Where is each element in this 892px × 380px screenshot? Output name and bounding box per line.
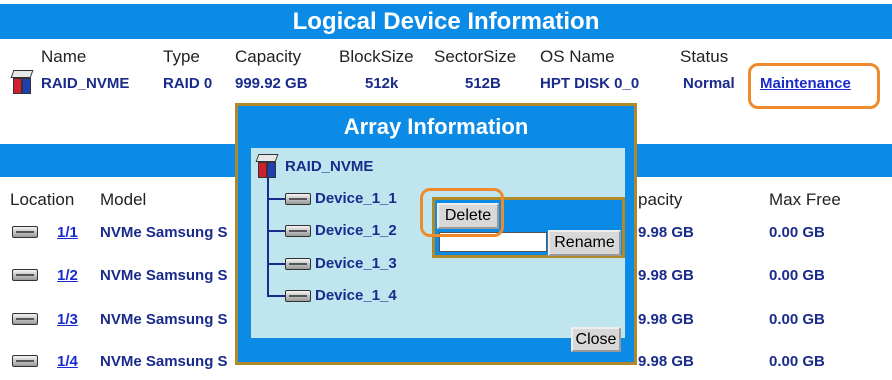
- tree-root-label[interactable]: RAID_NVME: [285, 158, 373, 175]
- rename-button[interactable]: Rename: [548, 230, 621, 256]
- tree-connector: [267, 230, 285, 232]
- col-disk-capacity: pacity: [638, 190, 683, 209]
- tree-connector: [267, 198, 285, 200]
- col-name: Name: [41, 47, 87, 66]
- array-osname: HPT DISK 0_0: [540, 75, 640, 92]
- array-capacity: 999.92 GB: [235, 75, 308, 92]
- tree-device-item[interactable]: Device_1_2: [315, 222, 397, 239]
- disk-drive-icon: [285, 193, 311, 205]
- disk-location-link[interactable]: 1/2: [57, 267, 78, 284]
- tree-connector: [267, 178, 269, 296]
- tree-device-item[interactable]: Device_1_4: [315, 287, 397, 304]
- disk-drive-icon: [12, 355, 38, 367]
- raid-cube-icon: [10, 70, 34, 94]
- disk-location-link[interactable]: 1/1: [57, 224, 78, 241]
- disk-maxfree: 0.00 GB: [769, 311, 825, 328]
- disk-drive-icon: [285, 225, 311, 237]
- array-sectorsize: 512B: [465, 75, 501, 92]
- disk-drive-icon: [12, 226, 38, 238]
- close-button[interactable]: Close: [571, 327, 621, 352]
- array-status: Normal: [683, 75, 735, 92]
- tree-device-item[interactable]: Device_1_1: [315, 190, 397, 207]
- disk-location-link[interactable]: 1/3: [57, 311, 78, 328]
- disk-capacity: 9.98 GB: [638, 353, 694, 370]
- tree-device-item[interactable]: Device_1_3: [315, 255, 397, 272]
- disk-drive-icon: [285, 290, 311, 302]
- col-status: Status: [680, 47, 729, 66]
- col-location: Location: [10, 190, 75, 209]
- disk-capacity: 9.98 GB: [638, 311, 694, 328]
- delete-highlight: [420, 188, 504, 237]
- disk-drive-icon: [285, 258, 311, 270]
- col-maxfree: Max Free: [769, 190, 841, 209]
- logical-device-header: Logical Device Information: [0, 4, 892, 39]
- col-capacity: Capacity: [235, 47, 302, 66]
- disk-capacity: 9.98 GB: [638, 224, 694, 241]
- disk-maxfree: 0.00 GB: [769, 224, 825, 241]
- disk-model: NVMe Samsung S: [100, 224, 228, 241]
- raid-cube-icon: [255, 154, 279, 178]
- array-name[interactable]: RAID_NVME: [41, 75, 129, 92]
- col-sectorsize: SectorSize: [434, 47, 517, 66]
- disk-model: NVMe Samsung S: [100, 353, 228, 370]
- disk-maxfree: 0.00 GB: [769, 267, 825, 284]
- disk-drive-icon: [12, 269, 38, 281]
- array-type: RAID 0: [163, 75, 213, 92]
- disk-drive-icon: [12, 313, 38, 325]
- array-blocksize: 512k: [365, 75, 399, 92]
- col-type: Type: [163, 47, 200, 66]
- disk-model: NVMe Samsung S: [100, 267, 228, 284]
- col-blocksize: BlockSize: [339, 47, 414, 66]
- disk-maxfree: 0.00 GB: [769, 353, 825, 370]
- disk-model: NVMe Samsung S: [100, 311, 228, 328]
- col-model: Model: [100, 190, 147, 209]
- disk-capacity: 9.98 GB: [638, 267, 694, 284]
- disk-location-link[interactable]: 1/4: [57, 353, 78, 370]
- tree-connector: [267, 295, 285, 297]
- dialog-title: Array Information: [343, 114, 529, 139]
- maintenance-link[interactable]: Maintenance: [760, 75, 851, 92]
- tree-connector: [267, 263, 285, 265]
- col-osname: OS Name: [540, 47, 615, 66]
